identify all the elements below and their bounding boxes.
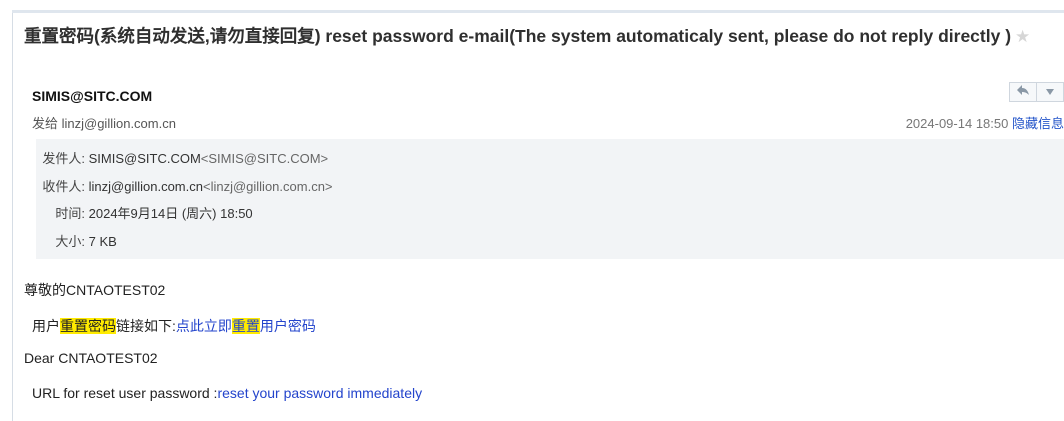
subject-text: 重置密码(系统自动发送,请勿直接回复) reset password e-mai… <box>24 26 1012 46</box>
toolbar <box>1009 82 1064 102</box>
chevron-down-icon[interactable] <box>1037 82 1064 102</box>
sender-name[interactable]: SIMIS@SITC.COM <box>32 88 152 104</box>
size-label: 大小: <box>55 234 85 249</box>
detail-to: 收件人: linzj@gillion.com.cn<linzj@gillion.… <box>36 176 333 195</box>
time-value: 2024年9月14日 (周六) 18:50 <box>88 206 253 221</box>
star-icon[interactable]: ★ <box>1015 27 1030 46</box>
top-border <box>12 10 1064 13</box>
left-border <box>12 13 13 421</box>
from-label: 发件人: <box>42 151 85 166</box>
hide-info-link[interactable]: 隐藏信息 <box>1012 116 1064 131</box>
greeting-en: Dear CNTAOTEST02 <box>24 350 158 366</box>
reset-link-en[interactable]: reset your password immediately <box>217 385 422 401</box>
reset-line-en: URL for reset user password :reset your … <box>32 385 422 401</box>
email-subject: 重置密码(系统自动发送,请勿直接回复) reset password e-mai… <box>24 23 1059 50</box>
sent-to: 发给 linzj@gillion.com.cn <box>32 116 176 131</box>
size-value: 7 KB <box>88 234 117 249</box>
reply-icon[interactable] <box>1009 82 1037 102</box>
reset-line-cn: 用户重置密码链接如下:点此立即重置用户密码 <box>32 316 316 336</box>
greeting-cn: 尊敬的CNTAOTEST02 <box>24 282 166 298</box>
line2-mid: 链接如下: <box>116 318 176 334</box>
reset-link-cn[interactable]: 点此立即重置用户密码 <box>176 318 316 334</box>
to-value[interactable]: linzj@gillion.com.cn <box>89 179 203 194</box>
highlight-text: 重置 <box>231 318 260 334</box>
highlight-text: 重置密码 <box>60 318 116 334</box>
email-details-panel: 发件人: SIMIS@SITC.COM<SIMIS@SITC.COM> 收件人:… <box>36 139 1064 259</box>
detail-from: 发件人: SIMIS@SITC.COM<SIMIS@SITC.COM> <box>36 148 328 167</box>
line2-prefix: 用户 <box>32 318 60 334</box>
url-label: URL for reset user password : <box>32 385 218 401</box>
email-datetime: 2024-09-14 18:50 <box>905 116 1009 131</box>
to-label: 收件人: <box>42 179 85 194</box>
detail-size: 大小: 7 KB <box>36 231 117 250</box>
date-line: 2024-09-14 18:50 隐藏信息 <box>906 113 1064 132</box>
from-value[interactable]: SIMIS@SITC.COM <box>89 151 201 166</box>
detail-time: 时间: 2024年9月14日 (周六) 18:50 <box>36 203 253 222</box>
from-address: <SIMIS@SITC.COM> <box>200 151 329 166</box>
time-label: 时间: <box>55 206 85 221</box>
to-address: <linzj@gillion.com.cn> <box>202 179 333 194</box>
